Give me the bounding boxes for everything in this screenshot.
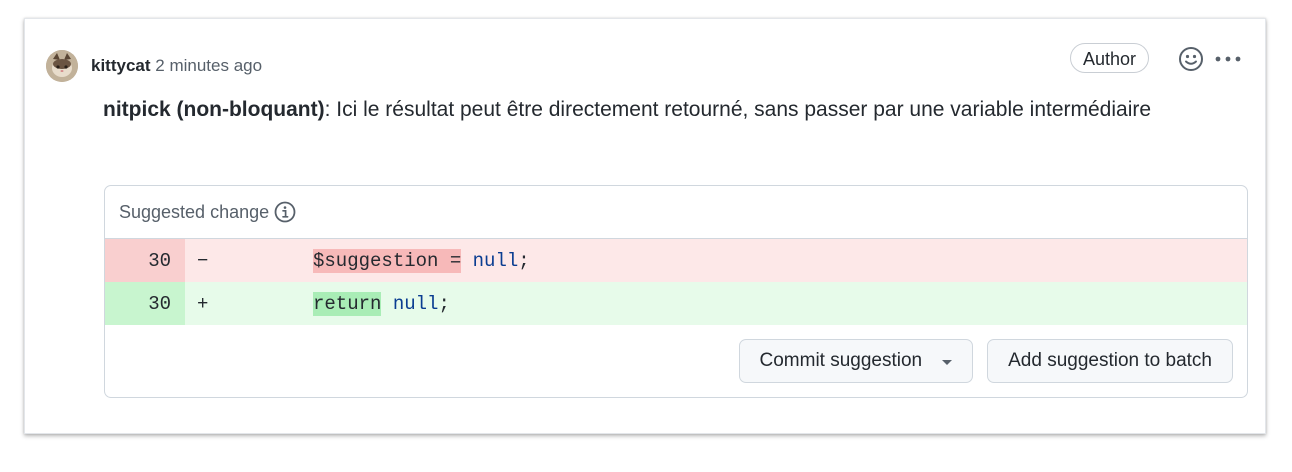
line-number[interactable]: 30 — [105, 282, 185, 325]
suggestion-actions: Commit suggestion Add suggestion to batc… — [738, 339, 1233, 383]
comment-body-text: : Ici le résultat peut être directement … — [324, 98, 1152, 121]
diff-line-addition: 30 + return null; — [105, 282, 1247, 325]
comment-body-bold: nitpick (non-bloquant) — [103, 98, 325, 121]
comment-meta: kittycat 2 minutes ago — [91, 56, 262, 76]
add-to-batch-button[interactable]: Add suggestion to batch — [987, 339, 1233, 383]
deletion-marker: − — [197, 249, 209, 272]
author-login[interactable]: kittycat — [91, 56, 151, 75]
comment-timestamp[interactable]: 2 minutes ago — [155, 56, 262, 75]
author-badge: Author — [1070, 43, 1150, 73]
suggested-change-title: Suggested change — [119, 201, 270, 222]
diff-code: return null; — [313, 291, 450, 316]
keyword-null: null — [472, 249, 519, 272]
comment-body: nitpick (non-bloquant): Ici le résultat … — [103, 93, 1183, 127]
commit-suggestion-button[interactable]: Commit suggestion — [738, 339, 974, 383]
avatar[interactable] — [46, 50, 78, 82]
review-comment: kittycat 2 minutes ago Author nitpick (n… — [24, 18, 1266, 434]
diff-code: $suggestion = null; — [313, 248, 530, 273]
keyword-null: null — [392, 292, 439, 315]
deleted-token: $suggestion = — [313, 248, 462, 273]
info-icon[interactable] — [273, 200, 297, 224]
suggested-change-box: Suggested change 30 − $suggestion = null… — [104, 185, 1248, 398]
added-token: return — [313, 291, 382, 316]
suggested-change-header: Suggested change — [105, 186, 1247, 239]
smiley-icon[interactable] — [1177, 45, 1205, 73]
diff-line-deletion: 30 − $suggestion = null; — [105, 239, 1247, 282]
line-number[interactable]: 30 — [105, 239, 185, 282]
kebab-horizontal-icon[interactable] — [1213, 47, 1243, 71]
addition-marker: + — [197, 292, 209, 315]
caret-down-icon — [942, 359, 953, 365]
